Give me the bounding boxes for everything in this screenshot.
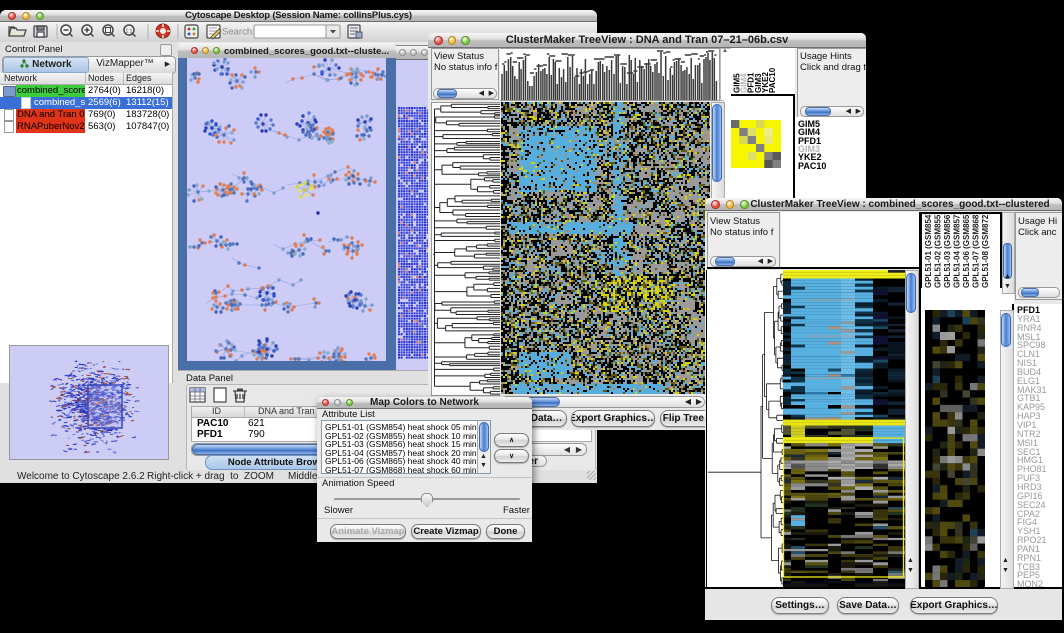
svg-text:1:1: 1:1: [126, 29, 133, 35]
svg-text:PAC10: PAC10: [768, 67, 777, 93]
svg-text:Search:: Search:: [222, 27, 255, 38]
svg-text:GPL51-08 (GSM872): GPL51-08 (GSM872): [981, 214, 990, 288]
svg-text:GPL51-01 (GSM854): GPL51-01 (GSM854): [924, 214, 933, 288]
svg-text:GPL51-06 (GSM865): GPL51-06 (GSM865): [962, 214, 971, 288]
svg-text:GPL51-07 (GSM868): GPL51-07 (GSM868): [972, 214, 981, 288]
svg-text:GPL51-02 (GSM855): GPL51-02 (GSM855): [934, 214, 943, 288]
svg-text:GPL51-04 (GSM857): GPL51-04 (GSM857): [953, 214, 962, 288]
svg-text:GPL51-03 (GSM856): GPL51-03 (GSM856): [943, 214, 952, 288]
